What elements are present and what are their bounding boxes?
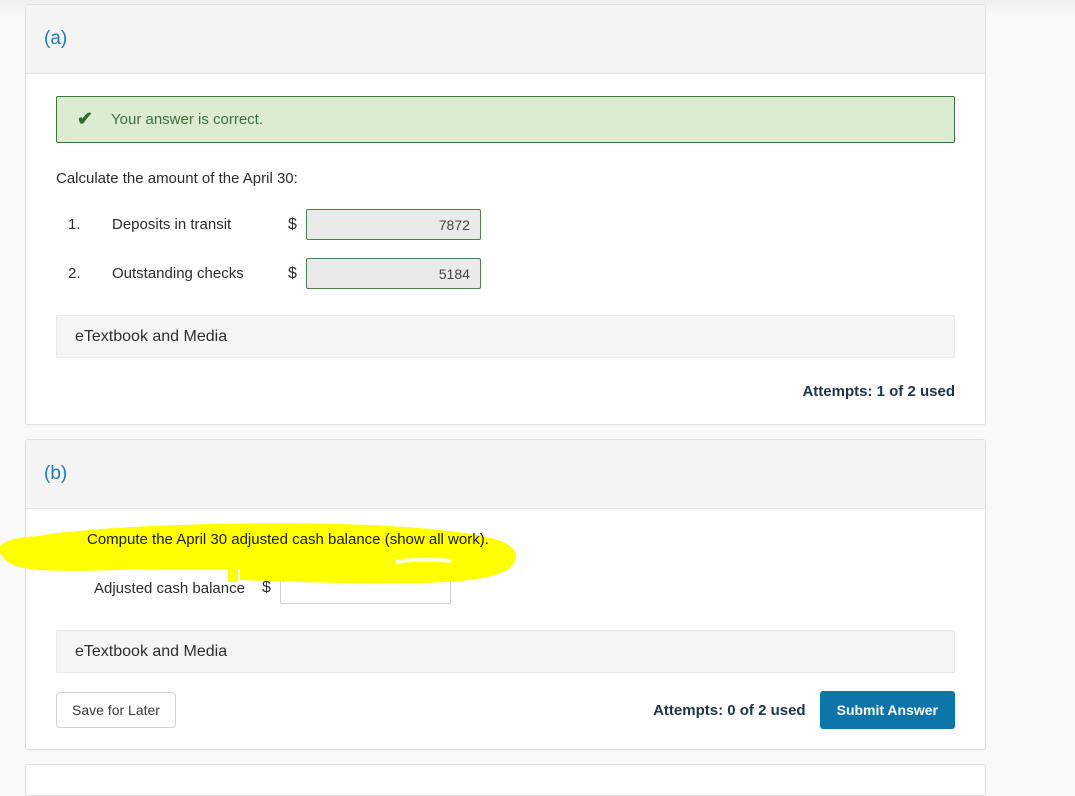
answer-correct-alert: ✔ Your answer is correct. xyxy=(56,96,955,143)
footer-row-b: Save for Later Attempts: 0 of 2 used Sub… xyxy=(56,691,955,729)
question-card-b: (b) Compute the April 30 adjusted cash b… xyxy=(25,439,986,750)
outstanding-checks-input[interactable] xyxy=(305,258,481,289)
answer-row: 1. Deposits in transit $ xyxy=(56,209,955,240)
footer-row-a: Attempts: 1 of 2 used xyxy=(56,374,955,408)
bullet-marker-icon xyxy=(78,536,82,543)
question-card-a: (a) ✔ Your answer is correct. Calculate … xyxy=(25,4,986,425)
adjusted-cash-balance-input[interactable] xyxy=(279,572,451,604)
instruction-text-a: Calculate the amount of the April 30: xyxy=(56,170,298,187)
deposits-in-transit-input[interactable] xyxy=(305,209,481,240)
currency-symbol: $ xyxy=(288,264,297,282)
card-body-a: ✔ Your answer is correct. Calculate the … xyxy=(26,74,985,424)
check-icon: ✔ xyxy=(77,109,93,130)
row-number: 2. xyxy=(68,265,81,282)
row-label: Deposits in transit xyxy=(112,216,232,233)
part-label-a: (a) xyxy=(44,28,68,49)
card-body-b: Compute the April 30 adjusted cash balan… xyxy=(26,509,985,749)
assignment-content-column: (a) ✔ Your answer is correct. Calculate … xyxy=(25,4,986,796)
adjusted-cash-balance-row: Adjusted cash balance $ xyxy=(56,572,955,604)
submit-answer-button[interactable]: Submit Answer xyxy=(819,691,955,729)
question-text-b: Compute the April 30 adjusted cash balan… xyxy=(87,531,489,548)
etextbook-bar-b[interactable]: eTextbook and Media xyxy=(56,630,955,673)
part-label-b: (b) xyxy=(44,463,68,484)
question-line-b: Compute the April 30 adjusted cash balan… xyxy=(56,531,955,548)
etextbook-and-media-link[interactable]: eTextbook and Media xyxy=(75,328,227,346)
attempts-status-b: Attempts: 0 of 2 used xyxy=(653,701,806,719)
card-header-a: (a) xyxy=(26,5,985,74)
currency-symbol: $ xyxy=(288,215,297,233)
etextbook-and-media-link[interactable]: eTextbook and Media xyxy=(75,643,227,661)
alert-message: Your answer is correct. xyxy=(111,111,264,128)
currency-symbol: $ xyxy=(261,579,271,596)
submit-group: Attempts: 0 of 2 used Submit Answer xyxy=(653,691,955,729)
row-number: 1. xyxy=(68,216,81,233)
question-card-next-partial xyxy=(25,764,986,796)
save-for-later-button[interactable]: Save for Later xyxy=(56,692,176,728)
card-header-b: (b) xyxy=(26,440,985,509)
answer-row: 2. Outstanding checks $ xyxy=(56,258,955,289)
etextbook-bar-a[interactable]: eTextbook and Media xyxy=(56,315,955,358)
attempts-status-a: Attempts: 1 of 2 used xyxy=(802,382,955,400)
adjusted-cash-balance-label: Adjusted cash balance xyxy=(94,579,245,597)
row-label: Outstanding checks xyxy=(112,265,244,282)
